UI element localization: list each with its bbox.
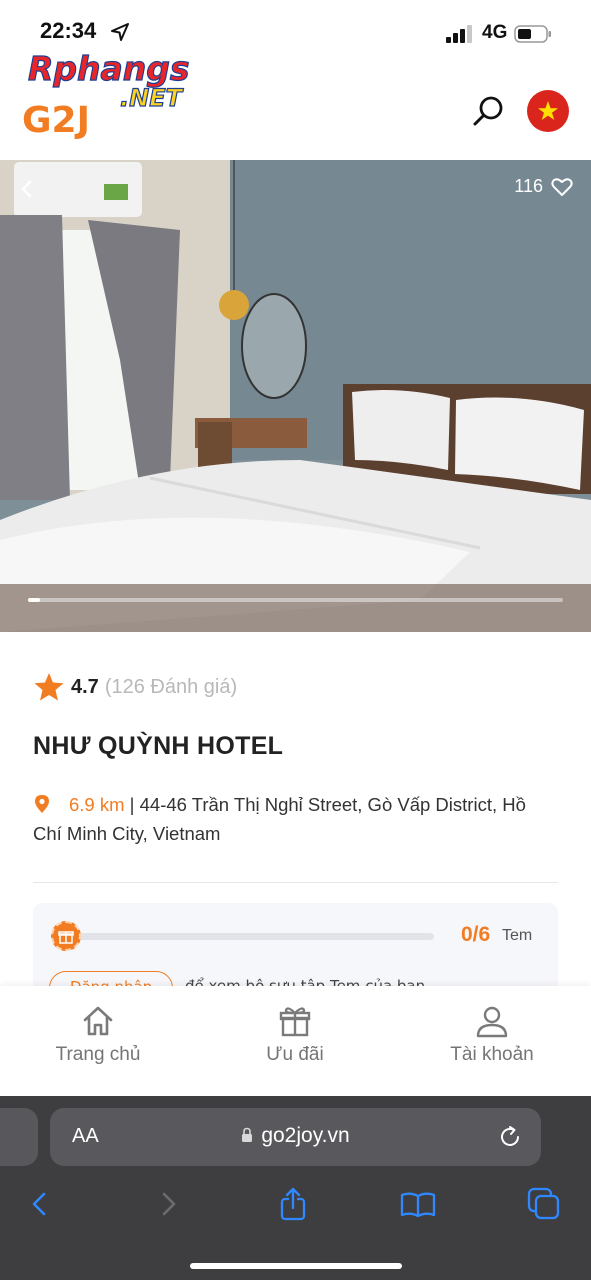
home-icon — [83, 1006, 113, 1036]
gift-icon — [279, 1007, 311, 1037]
hotel-name: NHƯ QUỲNH HOTEL — [33, 732, 284, 760]
tab-deals-label: Ưu đãi — [266, 1044, 324, 1065]
bottom-tab-bar: Trang chủ Ưu đãi Tài khoản — [0, 986, 591, 1096]
divider — [33, 882, 558, 883]
tab-account[interactable]: Tài khoản — [412, 1004, 572, 1066]
back-icon[interactable] — [14, 176, 40, 202]
status-time: 22:34 — [40, 18, 97, 43]
gift-icon — [58, 931, 74, 944]
tabs-icon[interactable] — [526, 1186, 562, 1222]
tab-home-label: Trang chủ — [55, 1044, 141, 1065]
url-text: go2joy.vn — [261, 1124, 350, 1147]
language-flag-button[interactable] — [527, 90, 569, 132]
user-icon — [476, 1006, 508, 1038]
rating-value: 4.7 — [71, 675, 99, 698]
stamp-count: 0/6 — [461, 923, 491, 946]
star-flag-icon — [538, 101, 558, 120]
hotel-room-photo — [0, 160, 591, 632]
url-display[interactable]: go2joy.vn — [50, 1124, 541, 1148]
hotel-photo-carousel[interactable]: 116 — [0, 160, 591, 632]
stamp-gift-badge — [51, 921, 81, 951]
location-pin-icon — [35, 795, 49, 813]
share-icon[interactable] — [275, 1186, 311, 1222]
site-logo[interactable]: Rphangs .NET G2J — [22, 50, 212, 140]
logo-text-rphangs: Rphangs — [28, 50, 190, 88]
browser-back-icon[interactable] — [22, 1186, 58, 1222]
hotel-address[interactable]: 6.9 km | 44-46 Trần Thị Nghỉ Street, Gò … — [33, 790, 553, 848]
stamp-progress-bar — [77, 933, 434, 940]
network-type: 4G — [482, 22, 508, 43]
previous-tab-preview[interactable] — [0, 1108, 38, 1166]
address-bar[interactable]: AA go2joy.vn — [50, 1108, 541, 1166]
stamp-unit: Tem — [502, 927, 533, 944]
tab-account-label: Tài khoản — [450, 1044, 534, 1065]
heart-icon[interactable] — [551, 177, 573, 197]
tab-home[interactable]: Trang chủ — [18, 1004, 178, 1066]
signal-icon — [446, 25, 472, 43]
hotel-distance: 6.9 km — [69, 794, 125, 815]
star-icon — [34, 673, 64, 701]
logo-text-net: .NET — [120, 84, 184, 112]
bookmarks-icon[interactable] — [400, 1186, 436, 1222]
reload-icon[interactable] — [497, 1124, 523, 1150]
search-icon[interactable] — [470, 92, 508, 130]
like-counter[interactable]: 116 — [514, 176, 573, 197]
like-count: 116 — [514, 176, 543, 196]
carousel-progress-thumb — [28, 598, 40, 602]
carousel-progress-track — [28, 598, 563, 602]
home-indicator — [190, 1263, 402, 1269]
logo-text-g2j: G2J — [22, 100, 90, 140]
lock-icon — [242, 1127, 253, 1142]
browser-forward-icon[interactable] — [150, 1186, 186, 1222]
site-header: Rphangs .NET G2J — [0, 50, 591, 158]
review-count: (126 Đánh giá) — [104, 675, 238, 698]
browser-chrome: AA go2joy.vn — [0, 1096, 591, 1280]
battery-icon — [514, 25, 551, 43]
rating-row[interactable]: 4.7 (126 Đánh giá) — [33, 672, 237, 702]
location-arrow-icon — [111, 23, 129, 41]
tab-deals[interactable]: Ưu đãi — [215, 1004, 375, 1066]
